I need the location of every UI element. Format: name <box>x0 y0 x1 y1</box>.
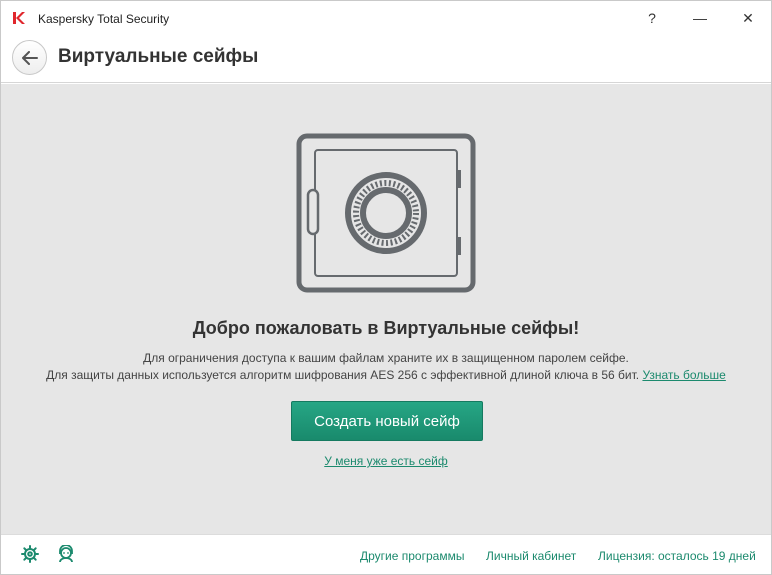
support-agent-icon[interactable] <box>57 545 75 563</box>
help-button[interactable]: ? <box>629 1 675 35</box>
welcome-heading: Добро пожаловать в Виртуальные сейфы! <box>192 318 580 338</box>
description-line-1: Для ограничения доступа к вашим файлам х… <box>143 351 629 365</box>
close-button[interactable]: ✕ <box>725 1 771 35</box>
gear-icon[interactable] <box>21 545 39 563</box>
kaspersky-k-icon <box>13 12 25 24</box>
footer: Другие программы Личный кабинет Лицензия… <box>1 534 771 574</box>
main-content: Добро пожаловать в Виртуальные сейфы! Дл… <box>1 84 771 534</box>
title-bar: Kaspersky Total Security ? — ✕ <box>1 1 771 35</box>
arrow-left-icon <box>21 50 38 65</box>
back-button[interactable] <box>12 40 47 75</box>
create-safe-button[interactable]: Создать новый сейф <box>291 401 483 441</box>
license-link[interactable]: Лицензия: осталось 19 дней <box>598 548 756 564</box>
learn-more-link[interactable]: Узнать больше <box>642 368 725 382</box>
description-line-2: Для защиты данных используется алгоритм … <box>1 367 771 383</box>
other-programs-link[interactable]: Другие программы <box>360 548 464 564</box>
have-safe-row: У меня уже есть сейф <box>1 453 771 469</box>
page-title: Виртуальные сейфы <box>58 46 259 67</box>
page-header: Виртуальные сейфы <box>1 35 771 83</box>
safe-icon <box>296 133 476 293</box>
have-safe-link[interactable]: У меня уже есть сейф <box>324 454 448 468</box>
app-window: Kaspersky Total Security ? — ✕ Виртуальн… <box>0 0 772 575</box>
window-title: Kaspersky Total Security <box>38 12 170 26</box>
description-line-2-text: Для защиты данных используется алгоритм … <box>46 368 640 382</box>
personal-cabinet-link[interactable]: Личный кабинет <box>486 548 576 564</box>
minimize-button[interactable]: — <box>677 1 723 35</box>
